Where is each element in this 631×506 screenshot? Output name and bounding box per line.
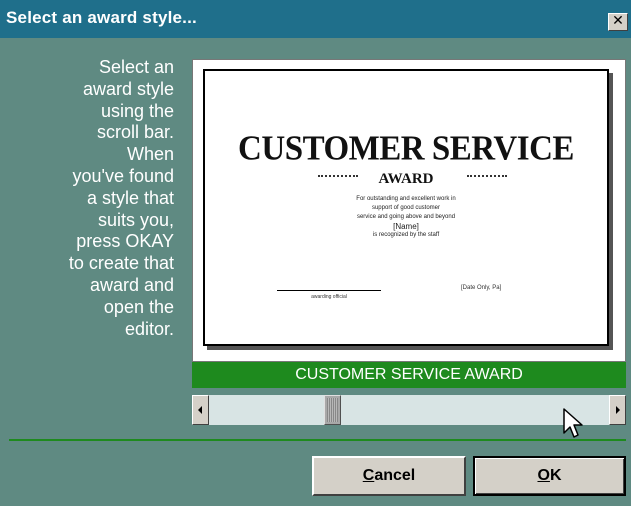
signature-label: awarding official (311, 294, 347, 300)
mouse-pointer-icon (563, 408, 583, 438)
ornament-right (467, 175, 507, 183)
instruction-line: suits you, (97, 209, 174, 230)
divider (9, 439, 626, 441)
certificate-body-line: is recognized by the staff (372, 232, 440, 238)
award-style-caption: CUSTOMER SERVICE AWARD (192, 362, 626, 388)
instruction-line: using the (100, 100, 174, 121)
award-preview: CUSTOMER SERVICE AWARD For outstanding a… (192, 59, 626, 362)
certificate: CUSTOMER SERVICE AWARD For outstanding a… (203, 69, 609, 346)
close-button[interactable]: ✕ (608, 13, 628, 31)
award-style-dialog: Select an award style... ✕ Select an awa… (0, 0, 631, 506)
certificate-body: For outstanding and excellent work in su… (205, 195, 607, 240)
instruction-line: award and (89, 274, 174, 295)
instruction-line: When (126, 144, 174, 165)
certificate-body-line: service and going above and beyond (356, 214, 456, 220)
scroll-left-arrow-icon (198, 406, 202, 414)
instruction-line: press OKAY (76, 231, 174, 252)
cancel-button[interactable]: Cancel (312, 456, 466, 496)
instruction-line: to create that (68, 253, 174, 274)
instruction-line: you've found (72, 165, 174, 186)
cancel-mnemonic: C (362, 467, 375, 484)
scroll-right-arrow-icon (616, 406, 620, 414)
scroll-thumb[interactable] (324, 395, 341, 425)
certificate-body-line: support of good customer (371, 205, 441, 211)
date-label: [Date Only, Pa] (461, 285, 502, 291)
cancel-label-rest: ancel (374, 467, 416, 484)
ok-button[interactable]: OK (473, 456, 626, 496)
instruction-line: open the (103, 296, 174, 317)
ok-mnemonic: O (537, 467, 550, 484)
close-icon: ✕ (612, 13, 624, 29)
certificate-name: [Name] (393, 222, 419, 231)
scroll-left-button[interactable] (192, 395, 209, 425)
certificate-subtitle: AWARD (378, 171, 434, 187)
style-scrollbar[interactable] (192, 395, 626, 425)
instructions-text: Select an award style using the scroll b… (6, 57, 174, 340)
signature-line (277, 290, 381, 291)
instruction-line: scroll bar. (96, 122, 174, 143)
instruction-line: a style that (86, 187, 174, 208)
title-bar[interactable]: Select an award style... ✕ (0, 0, 631, 38)
certificate-body-line: For outstanding and excellent work in (356, 196, 456, 202)
scroll-right-button[interactable] (609, 395, 626, 425)
dialog-title: Select an award style... (6, 8, 197, 27)
certificate-title: CUSTOMER SERVICE (238, 130, 574, 168)
instruction-line: editor. (124, 318, 174, 339)
ok-label-rest: K (549, 467, 562, 484)
instruction-line: Select an (98, 57, 174, 77)
instruction-line: award style (82, 78, 174, 99)
